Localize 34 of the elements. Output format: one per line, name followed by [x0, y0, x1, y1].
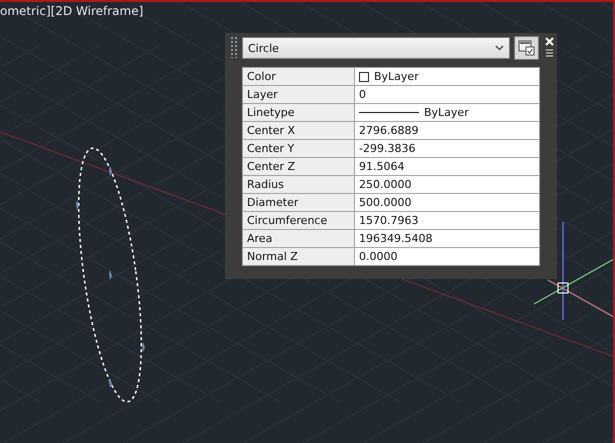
- property-name: Center X: [242, 122, 354, 140]
- quick-select-button[interactable]: [514, 36, 539, 60]
- property-name: Diameter: [242, 194, 354, 212]
- color-swatch-icon: [359, 72, 369, 82]
- property-name: Normal Z: [242, 248, 354, 266]
- property-name: Area: [242, 230, 354, 248]
- property-value[interactable]: 91.5064: [354, 158, 540, 176]
- linetype-sample-icon: [359, 111, 419, 114]
- property-value[interactable]: 500.0000: [354, 194, 540, 212]
- ucs-axes-icon: [534, 222, 613, 320]
- property-value[interactable]: 196349.5408: [354, 230, 540, 248]
- menu-icon[interactable]: [544, 49, 554, 57]
- property-value[interactable]: 0.0000: [354, 248, 540, 266]
- property-name: Layer: [242, 86, 354, 104]
- property-value[interactable]: -299.3836: [354, 140, 540, 158]
- property-value[interactable]: 2796.6889: [354, 122, 540, 140]
- property-name: Center Y: [242, 140, 354, 158]
- property-value[interactable]: 1570.7963: [354, 212, 540, 230]
- close-icon[interactable]: [544, 37, 554, 46]
- viewport-label[interactable]: ometric][2D Wireframe]: [0, 4, 144, 18]
- drag-handle[interactable]: [230, 36, 238, 58]
- object-type-dropdown[interactable]: Circle: [242, 37, 510, 59]
- property-name: Radius: [242, 176, 354, 194]
- property-name: Color: [242, 68, 354, 86]
- property-name: Center Z: [242, 158, 354, 176]
- chevron-down-icon: [495, 45, 504, 51]
- property-value[interactable]: ByLayer: [354, 104, 540, 122]
- property-value[interactable]: 250.0000: [354, 176, 540, 194]
- property-name: Circumference: [242, 212, 354, 230]
- property-value[interactable]: 0: [354, 86, 540, 104]
- property-name: Linetype: [242, 104, 354, 122]
- object-type-text: Circle: [248, 42, 279, 54]
- window-checkbox-icon: [518, 40, 535, 56]
- property-value[interactable]: ByLayer: [354, 68, 540, 86]
